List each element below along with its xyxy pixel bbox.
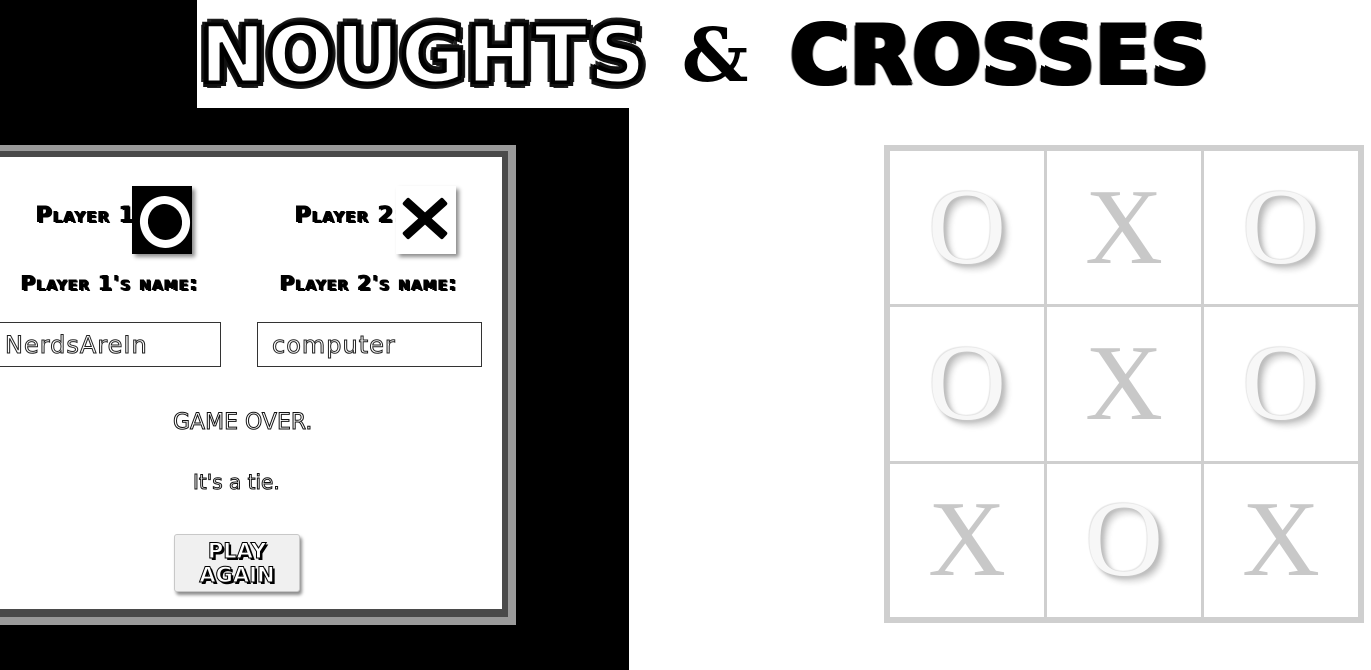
board-cell[interactable]: O: [1204, 151, 1358, 305]
title-noughts: Noughts: [199, 11, 648, 101]
board-cell[interactable]: O: [1204, 307, 1358, 461]
board-cell[interactable]: O: [890, 307, 1044, 461]
board-cell[interactable]: O: [1047, 463, 1201, 617]
title-ampersand: &: [681, 13, 749, 99]
board-cell[interactable]: O: [890, 151, 1044, 305]
page-title: Noughts & Crosses: [199, 4, 1210, 108]
game-over-title: GAME OVER.: [172, 410, 313, 436]
board-cell[interactable]: X: [890, 463, 1044, 617]
player2-label: Player 2:: [295, 203, 405, 228]
player2-name-input[interactable]: [257, 322, 482, 367]
play-again-button[interactable]: PLAY AGAIN: [174, 534, 300, 592]
player1-name-input[interactable]: [0, 322, 221, 367]
board-cell[interactable]: X: [1047, 307, 1201, 461]
board-cell[interactable]: X: [1204, 463, 1358, 617]
game-result-message: It's a tie.: [193, 470, 281, 495]
board-cell[interactable]: X: [1047, 151, 1201, 305]
title-crosses: Crosses: [790, 9, 1210, 102]
player1-label: Player 1:: [36, 203, 146, 228]
player2-name-label: Player 2's name:: [280, 271, 458, 295]
player1-name-label: Player 1's name:: [21, 271, 199, 295]
player2-cross-marker-icon[interactable]: [396, 186, 456, 254]
game-board: O X O O X O X O X: [884, 145, 1364, 623]
player1-nought-marker-icon[interactable]: [132, 186, 192, 254]
